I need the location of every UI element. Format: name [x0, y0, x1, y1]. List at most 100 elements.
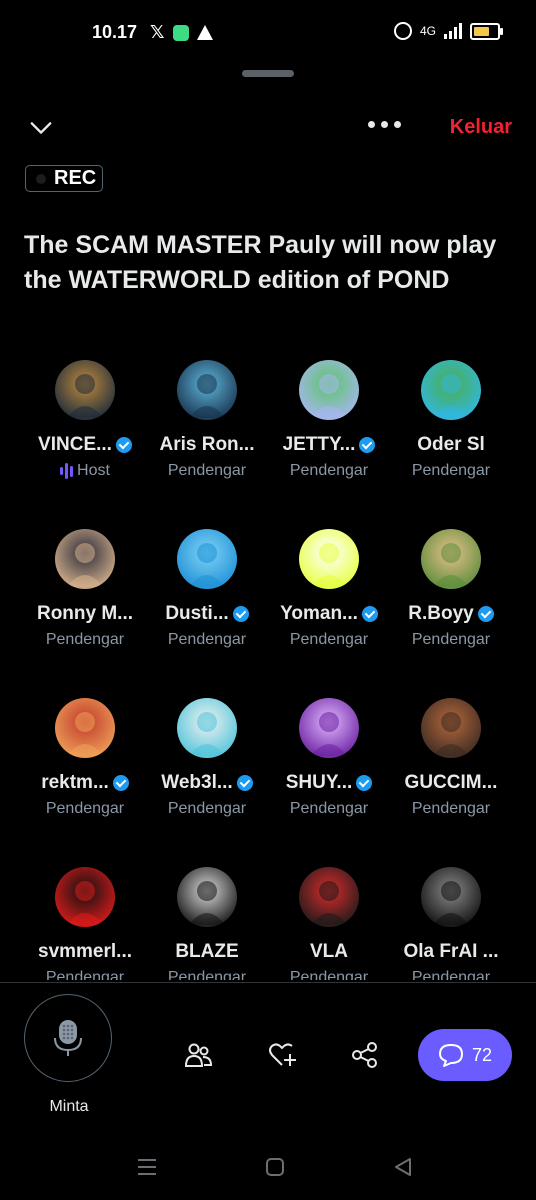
share-icon[interactable]	[350, 1040, 380, 1070]
verified-badge-icon	[359, 437, 376, 453]
avatar[interactable]	[421, 698, 481, 758]
avatar[interactable]	[177, 867, 237, 927]
participant-role: Pendengar	[411, 800, 491, 817]
more-icon[interactable]	[368, 121, 401, 128]
participant-name-row: Web3l...	[146, 772, 268, 794]
avatar[interactable]	[55, 529, 115, 589]
participant-name: Yoman...	[280, 603, 358, 624]
participant-name-row: Oder Sl	[390, 434, 512, 456]
participant[interactable]: Web3l... Pendengar	[146, 698, 268, 818]
participant[interactable]: Yoman... Pendengar	[268, 529, 390, 649]
people-icon[interactable]	[184, 1040, 214, 1070]
participant-name-row: Ola FrAI ...	[390, 941, 512, 963]
participant[interactable]: svmmerl... Pendengar	[24, 867, 146, 980]
request-mic-button[interactable]	[24, 994, 112, 1082]
recent-apps-icon[interactable]	[138, 1159, 156, 1175]
avatar[interactable]	[55, 698, 115, 758]
participant-role-row: Pendengar	[146, 800, 268, 818]
host-audio-icon	[60, 463, 74, 479]
participant-name: Ola FrAI ...	[403, 941, 499, 962]
participant-role-row: Pendengar	[390, 800, 512, 818]
heart-add-icon[interactable]	[267, 1040, 297, 1070]
participant-role-row: Host	[24, 462, 146, 480]
participant-name: svmmerl...	[38, 941, 132, 962]
comment-icon	[438, 1044, 463, 1067]
participant[interactable]: Aris Ron... Pendengar	[146, 360, 268, 480]
status-time: 10.17	[92, 22, 138, 42]
avatar[interactable]	[299, 529, 359, 589]
participant-role: Pendengar	[45, 631, 125, 648]
microphone-icon	[54, 1020, 82, 1056]
participant-role: Pendengar	[45, 800, 125, 817]
battery-icon	[470, 22, 503, 40]
participant-name-row: BLAZE	[146, 941, 268, 963]
chevron-down-icon[interactable]	[30, 117, 52, 139]
avatar[interactable]	[421, 867, 481, 927]
verified-badge-icon	[236, 775, 253, 791]
participant[interactable]: rektm... Pendengar	[24, 698, 146, 818]
participant-role-row: Pendengar	[268, 631, 390, 649]
participant[interactable]: Ronny M... Pendengar	[24, 529, 146, 649]
participant-name: Aris Ron...	[159, 434, 255, 455]
participant[interactable]: VLA Pendengar	[268, 867, 390, 980]
participant-role-row: Pendengar	[24, 800, 146, 818]
avatar[interactable]	[55, 867, 115, 927]
rec-badge: REC	[25, 165, 103, 192]
signal-icon	[444, 23, 462, 39]
participant-role: Pendengar	[289, 462, 369, 479]
avatar[interactable]	[177, 698, 237, 758]
bottom-divider	[0, 982, 536, 983]
participant-role: Pendengar	[289, 631, 369, 648]
home-icon[interactable]	[266, 1158, 284, 1176]
space-title: The SCAM MASTER Pauly will now play the …	[24, 231, 497, 294]
participant[interactable]: Dusti... Pendengar	[146, 529, 268, 649]
comment-button[interactable]: 72	[418, 1029, 512, 1081]
avatar[interactable]	[55, 360, 115, 420]
system-nav-bar	[138, 1158, 411, 1176]
participant-name-row: Yoman...	[268, 603, 390, 625]
network-label: 4G	[419, 24, 436, 38]
participant-name-row: R.Boyy	[390, 603, 512, 625]
participant-name: JETTY...	[282, 434, 356, 455]
participant-role: Pendengar	[411, 462, 491, 479]
participant-role: Pendengar	[45, 969, 125, 980]
avatar[interactable]	[299, 698, 359, 758]
warning-icon	[196, 25, 213, 40]
participant-name: VLA	[310, 941, 348, 962]
participant-role-row: Pendengar	[24, 631, 146, 649]
participant-role-row: Pendengar	[390, 631, 512, 649]
participant-name: Ronny M...	[36, 603, 134, 624]
participant[interactable]: JETTY... Pendengar	[268, 360, 390, 480]
participant[interactable]: VINCE... Host	[24, 360, 146, 480]
participant[interactable]: GUCCIM... Pendengar	[390, 698, 512, 818]
participant[interactable]: Oder Sl Pendengar	[390, 360, 512, 480]
participant-role: Pendengar	[167, 800, 247, 817]
participant[interactable]: SHUY... Pendengar	[268, 698, 390, 818]
participant-role-row: Pendengar	[268, 800, 390, 818]
avatar[interactable]	[177, 529, 237, 589]
leave-button[interactable]: Keluar	[450, 116, 512, 139]
participant-role: Pendengar	[411, 969, 491, 980]
participant[interactable]: BLAZE Pendengar	[146, 867, 268, 980]
verified-badge-icon	[356, 775, 373, 791]
participant-role: Pendengar	[289, 800, 369, 817]
participant-name-row: VINCE...	[24, 434, 146, 456]
avatar[interactable]	[177, 360, 237, 420]
participant-role-row: Pendengar	[24, 969, 146, 980]
avatar[interactable]	[421, 360, 481, 420]
participant-role: Pendengar	[167, 462, 247, 479]
participant-name-row: SHUY...	[268, 772, 390, 794]
participant-role: Pendengar	[167, 969, 247, 980]
avatar[interactable]	[421, 529, 481, 589]
back-icon[interactable]	[395, 1158, 411, 1176]
participant-name: SHUY...	[285, 772, 353, 793]
participant[interactable]: R.Boyy Pendengar	[390, 529, 512, 649]
avatar[interactable]	[299, 867, 359, 927]
participant-role: Pendengar	[289, 969, 369, 980]
avatar[interactable]	[299, 360, 359, 420]
sheet-drag-handle[interactable]	[242, 70, 294, 77]
participant-name: R.Boyy	[408, 603, 474, 624]
participant[interactable]: Ola FrAI ... Pendengar	[390, 867, 512, 980]
participant-name: Dusti...	[165, 603, 229, 624]
system-icons: 4G	[393, 22, 503, 40]
